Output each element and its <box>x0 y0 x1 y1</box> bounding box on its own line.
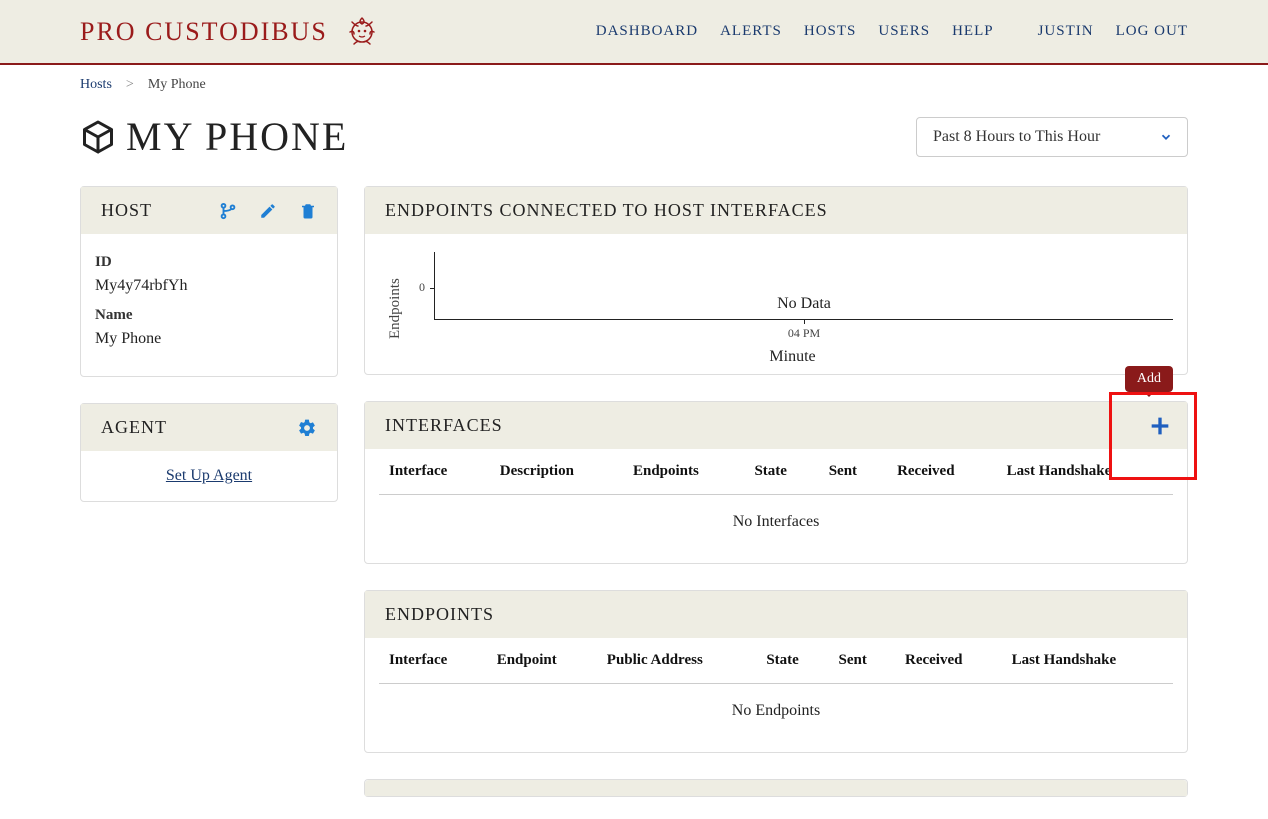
host-name-value: My Phone <box>95 330 323 348</box>
th-state: State <box>744 449 818 495</box>
th-e-received: Received <box>895 638 1002 684</box>
time-range-value: Past 8 Hours to This Hour <box>933 128 1100 145</box>
layout: HOST ID My4y74rbfYh Name My Phone <box>80 186 1188 797</box>
th-e-last-handshake: Last Handshake <box>1002 638 1173 684</box>
nav-help[interactable]: HELP <box>952 23 994 40</box>
th-e-sent: Sent <box>829 638 895 684</box>
th-e-interface: Interface <box>379 638 487 684</box>
th-e-state: State <box>756 638 828 684</box>
host-actions <box>219 202 317 220</box>
next-panel-stub <box>364 779 1188 797</box>
nav-dashboard[interactable]: DASHBOARD <box>596 23 698 40</box>
chart-ytick-0: 0 <box>419 280 425 295</box>
branch-icon[interactable] <box>219 202 237 220</box>
endpoints-chart-title: ENDPOINTS CONNECTED TO HOST INTERFACES <box>385 200 828 221</box>
nav-current-user[interactable]: JUSTIN <box>1038 23 1094 40</box>
sidebar: HOST ID My4y74rbfYh Name My Phone <box>80 186 338 797</box>
interfaces-table: Interface Description Endpoints State Se… <box>379 449 1173 549</box>
page-title: MY PHONE <box>126 113 348 160</box>
brand-text: PRO CUSTODIBUS <box>80 17 328 47</box>
host-panel-body: ID My4y74rbfYh Name My Phone <box>81 234 337 376</box>
agent-actions <box>297 418 317 438</box>
agent-panel: AGENT Set Up Agent <box>80 403 338 502</box>
host-panel-header: HOST <box>81 187 337 234</box>
endpoints-empty: No Endpoints <box>379 684 1173 739</box>
endpoints-chart-panel: ENDPOINTS CONNECTED TO HOST INTERFACES E… <box>364 186 1188 375</box>
nav-hosts[interactable]: HOSTS <box>804 23 857 40</box>
breadcrumb-hosts[interactable]: Hosts <box>80 77 112 93</box>
chart-plot-area: 0 No Data 04 PM <box>434 252 1173 320</box>
endpoints-table: Interface Endpoint Public Address State … <box>379 638 1173 738</box>
medusa-logo-icon <box>344 14 380 50</box>
interfaces-table-wrap: Interface Description Endpoints State Se… <box>365 449 1187 563</box>
page-container: Hosts > My Phone MY PHONE Past 8 Hours t… <box>0 65 1268 809</box>
chart-x-label: Minute <box>412 348 1173 366</box>
nav-alerts[interactable]: ALERTS <box>720 23 782 40</box>
endpoints-table-panel: ENDPOINTS Interface Endpoint Public Addr… <box>364 590 1188 753</box>
chart-xtick-0: 04 PM <box>788 326 820 341</box>
th-received: Received <box>887 449 997 495</box>
th-description: Description <box>490 449 623 495</box>
add-interface-button[interactable] <box>1145 411 1175 441</box>
chart-xtick-mark <box>804 319 805 324</box>
th-last-handshake: Last Handshake <box>997 449 1173 495</box>
host-id-value: My4y74rbfYh <box>95 277 323 295</box>
th-e-endpoint: Endpoint <box>487 638 597 684</box>
chart-inner: 0 No Data 04 PM Minute <box>412 252 1173 366</box>
chart-no-data: No Data <box>777 295 831 313</box>
th-interface: Interface <box>379 449 490 495</box>
interfaces-header: INTERFACES Add <box>365 402 1187 449</box>
breadcrumb-current: My Phone <box>148 77 206 93</box>
setup-agent-link[interactable]: Set Up Agent <box>95 467 323 485</box>
trash-icon[interactable] <box>299 202 317 220</box>
brand[interactable]: PRO CUSTODIBUS <box>80 14 380 50</box>
chart-area: Endpoints 0 No Data 04 PM Minute <box>365 234 1187 374</box>
edit-icon[interactable] <box>259 202 277 220</box>
plus-icon <box>1150 416 1170 436</box>
nav-users[interactable]: USERS <box>878 23 930 40</box>
interfaces-panel: INTERFACES Add Interface Description End… <box>364 401 1188 564</box>
main-nav: DASHBOARD ALERTS HOSTS USERS HELP JUSTIN… <box>596 23 1188 40</box>
chart-ytick-mark <box>430 288 435 289</box>
endpoints-table-title: ENDPOINTS <box>385 604 494 625</box>
top-header: PRO CUSTODIBUS DASHBOARD ALERTS HOSTS US… <box>0 0 1268 65</box>
host-cube-icon <box>80 119 116 155</box>
host-panel-title: HOST <box>101 200 152 221</box>
endpoints-chart-header: ENDPOINTS CONNECTED TO HOST INTERFACES <box>365 187 1187 234</box>
main-column: ENDPOINTS CONNECTED TO HOST INTERFACES E… <box>364 186 1188 797</box>
endpoints-table-header: ENDPOINTS <box>365 591 1187 638</box>
agent-panel-body: Set Up Agent <box>81 451 337 501</box>
agent-panel-header: AGENT <box>81 404 337 451</box>
interfaces-empty: No Interfaces <box>379 495 1173 550</box>
interfaces-title: INTERFACES <box>385 415 503 436</box>
chart-y-label: Endpoints <box>379 252 412 366</box>
agent-panel-title: AGENT <box>101 417 167 438</box>
gear-icon[interactable] <box>297 418 317 438</box>
breadcrumb-separator: > <box>126 77 134 93</box>
host-name-label: Name <box>95 307 323 324</box>
breadcrumb: Hosts > My Phone <box>80 77 1188 93</box>
host-id-label: ID <box>95 254 323 271</box>
chevron-down-icon <box>1159 130 1173 144</box>
next-panel-header-stub <box>365 780 1187 796</box>
endpoints-table-wrap: Interface Endpoint Public Address State … <box>365 638 1187 752</box>
host-panel: HOST ID My4y74rbfYh Name My Phone <box>80 186 338 377</box>
th-sent: Sent <box>819 449 887 495</box>
nav-logout[interactable]: LOG OUT <box>1116 23 1188 40</box>
th-endpoints: Endpoints <box>623 449 744 495</box>
th-e-public-address: Public Address <box>597 638 757 684</box>
add-tooltip: Add <box>1125 366 1173 392</box>
title-row: MY PHONE Past 8 Hours to This Hour <box>80 113 1188 160</box>
time-range-select[interactable]: Past 8 Hours to This Hour <box>916 117 1188 157</box>
